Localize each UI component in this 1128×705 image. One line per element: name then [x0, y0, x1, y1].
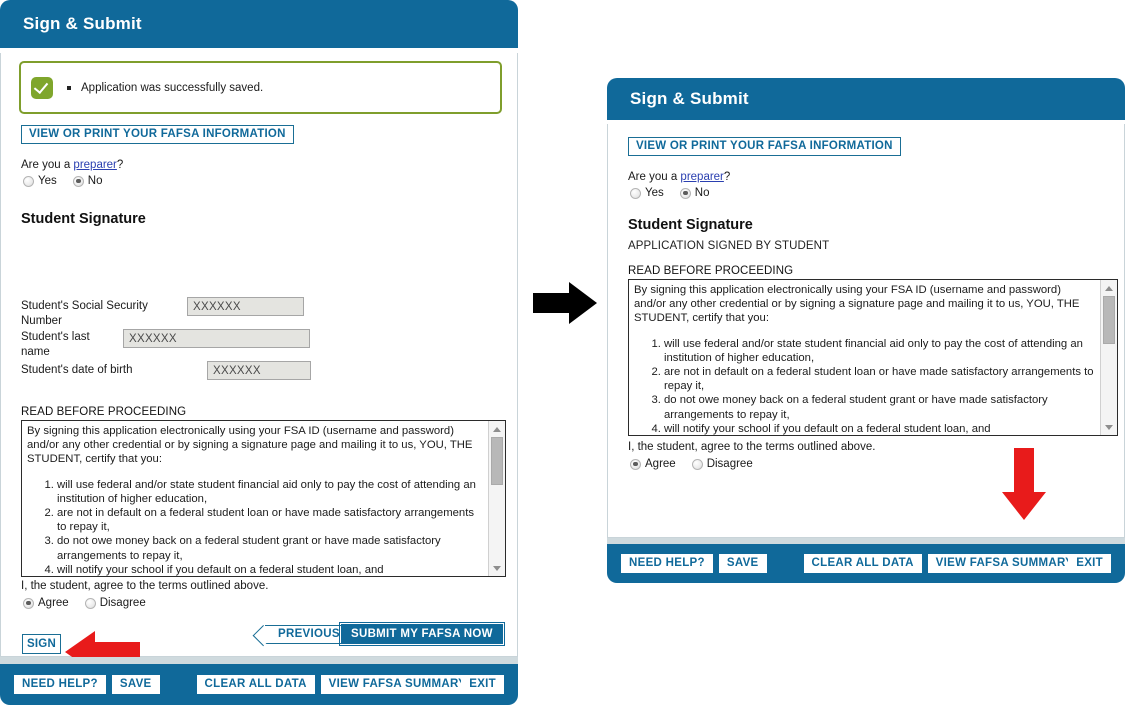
preparer-question-prefix: Are you a	[628, 171, 681, 183]
sign-button[interactable]: SIGN	[22, 634, 61, 654]
check-icon	[31, 76, 53, 99]
lastname-field-label: Student's last name	[21, 331, 90, 358]
terms-scrollbox[interactable]: By signing this application electronical…	[628, 279, 1118, 436]
right-screenshot-panel: Sign & Submit VIEW OR PRINT YOUR FAFSA I…	[607, 78, 1128, 583]
save-button[interactable]: SAVE	[111, 675, 160, 694]
view-fafsa-summary-button[interactable]: VIEW FAFSA SUMMARY	[320, 675, 475, 694]
terms-item: do not owe money back on a federal stude…	[664, 393, 1094, 421]
terms-item: will use federal and/or state student fi…	[57, 478, 482, 506]
preparer-radio-group: Yes No	[23, 175, 102, 187]
view-or-print-fafsa-button[interactable]: VIEW OR PRINT YOUR FAFSA INFORMATION	[628, 137, 901, 156]
agree-radio-disagree[interactable]	[84, 597, 96, 609]
left-panel-body: Application was successfully saved. VIEW…	[0, 53, 518, 673]
right-bottom-toolbar: NEED HELP? SAVE CLEAR ALL DATA VIEW FAFS…	[607, 544, 1125, 583]
ssn-field[interactable]: XXXXXX	[187, 297, 304, 316]
preparer-radio-group: Yes No	[630, 187, 709, 199]
preparer-radio-no[interactable]	[72, 175, 84, 187]
success-alert-message: Application was successfully saved.	[81, 81, 264, 94]
dob-field[interactable]: XXXXXX	[207, 361, 311, 380]
left-bottom-toolbar: NEED HELP? SAVE CLEAR ALL DATA VIEW FAFS…	[0, 664, 518, 705]
right-panel-body: VIEW OR PRINT YOUR FAFSA INFORMATION Are…	[607, 124, 1125, 572]
preparer-question-suffix: ?	[116, 159, 124, 171]
terms-scrollbar[interactable]	[488, 421, 505, 576]
scroll-up-arrow-icon[interactable]	[1101, 281, 1117, 295]
agree-radio-agree[interactable]	[23, 597, 34, 609]
agree-radio-agree-label: Agree	[645, 458, 676, 470]
terms-intro: By signing this application electronical…	[634, 284, 1080, 325]
left-screenshot-panel: Sign & Submit Application was successful…	[0, 0, 518, 705]
preparer-radio-yes[interactable]	[630, 187, 641, 199]
ssn-field-label: Student's Social Security Number	[21, 300, 148, 327]
exit-button[interactable]: EXIT	[461, 675, 504, 694]
bullet-marker	[67, 85, 71, 90]
preparer-radio-yes-label: Yes	[38, 175, 57, 187]
page-title: Sign & Submit	[23, 14, 142, 33]
preparer-radio-yes[interactable]	[23, 175, 34, 187]
preparer-radio-no-label: No	[87, 175, 103, 187]
lastname-field[interactable]: XXXXXX	[123, 329, 310, 348]
clear-all-data-button[interactable]: CLEAR ALL DATA	[196, 675, 315, 694]
agree-radio-group: Agree Disagree	[23, 597, 146, 609]
read-before-proceeding-label: READ BEFORE PROCEEDING	[21, 406, 187, 418]
agree-statement: I, the student, agree to the terms outli…	[21, 580, 269, 592]
scrollbar-thumb[interactable]	[1103, 296, 1115, 344]
agree-radio-disagree-label: Disagree	[706, 458, 753, 470]
preparer-radio-yes-label: Yes	[645, 187, 664, 199]
terms-list: will use federal and/or state student fi…	[634, 337, 1094, 435]
terms-item: are not in default on a federal student …	[664, 365, 1094, 393]
view-fafsa-summary-button[interactable]: VIEW FAFSA SUMMARY	[927, 554, 1082, 573]
agree-radio-disagree[interactable]	[691, 458, 703, 470]
terms-list: will use federal and/or state student fi…	[27, 478, 482, 576]
preparer-question-suffix: ?	[723, 171, 731, 183]
dob-field-label: Student's date of birth	[21, 364, 133, 376]
left-panel-divider	[0, 657, 518, 664]
terms-scrollbox[interactable]: By signing this application electronical…	[21, 420, 506, 577]
agree-radio-disagree-label: Disagree	[99, 597, 146, 609]
preparer-question-prefix: Are you a	[21, 159, 74, 171]
need-help-button[interactable]: NEED HELP?	[14, 675, 106, 694]
scroll-down-arrow-icon[interactable]	[489, 561, 505, 575]
read-before-proceeding-label: READ BEFORE PROCEEDING	[628, 265, 794, 277]
exit-button[interactable]: EXIT	[1068, 554, 1111, 573]
submit-fafsa-button[interactable]: SUBMIT MY FAFSA NOW	[339, 622, 505, 646]
left-panel-header: Sign & Submit	[0, 0, 518, 48]
need-help-button[interactable]: NEED HELP?	[621, 554, 713, 573]
previous-button[interactable]: PREVIOUS	[265, 625, 348, 644]
application-signed-status: APPLICATION SIGNED BY STUDENT	[628, 240, 830, 252]
preparer-question: Are you a preparer?	[21, 159, 123, 171]
scroll-down-arrow-icon[interactable]	[1101, 420, 1117, 434]
terms-item: are not in default on a federal student …	[57, 506, 482, 534]
preparer-radio-no[interactable]	[679, 187, 691, 199]
success-alert: Application was successfully saved.	[19, 61, 502, 114]
terms-content: By signing this application electronical…	[22, 421, 488, 576]
save-button[interactable]: SAVE	[718, 554, 767, 573]
scroll-up-arrow-icon[interactable]	[489, 422, 505, 436]
student-signature-heading: Student Signature	[628, 217, 753, 233]
terms-item: will notify your school if you default o…	[57, 563, 482, 576]
terms-scrollbar[interactable]	[1100, 280, 1117, 435]
clear-all-data-button[interactable]: CLEAR ALL DATA	[803, 554, 922, 573]
agree-radio-group: Agree Disagree	[630, 458, 753, 470]
scrollbar-thumb[interactable]	[491, 437, 503, 485]
agree-statement: I, the student, agree to the terms outli…	[628, 441, 876, 453]
page-title: Sign & Submit	[630, 89, 749, 108]
right-panel-header: Sign & Submit	[607, 78, 1125, 120]
preparer-question: Are you a preparer?	[628, 171, 730, 183]
student-signature-heading: Student Signature	[21, 211, 146, 227]
terms-content: By signing this application electronical…	[629, 280, 1100, 435]
terms-item: do not owe money back on a federal stude…	[57, 534, 482, 562]
preparer-link[interactable]: preparer	[680, 171, 723, 183]
down-arrow-icon	[1002, 448, 1046, 520]
preparer-radio-no-label: No	[694, 187, 710, 199]
agree-radio-agree-label: Agree	[38, 597, 69, 609]
agree-radio-agree[interactable]	[630, 458, 641, 470]
terms-intro: By signing this application electronical…	[27, 425, 473, 466]
preparer-link[interactable]: preparer	[73, 159, 116, 171]
right-arrow-icon	[533, 282, 597, 324]
view-or-print-fafsa-button[interactable]: VIEW OR PRINT YOUR FAFSA INFORMATION	[21, 125, 294, 144]
terms-item: will notify your school if you default o…	[664, 422, 1094, 435]
terms-item: will use federal and/or state student fi…	[664, 337, 1094, 365]
